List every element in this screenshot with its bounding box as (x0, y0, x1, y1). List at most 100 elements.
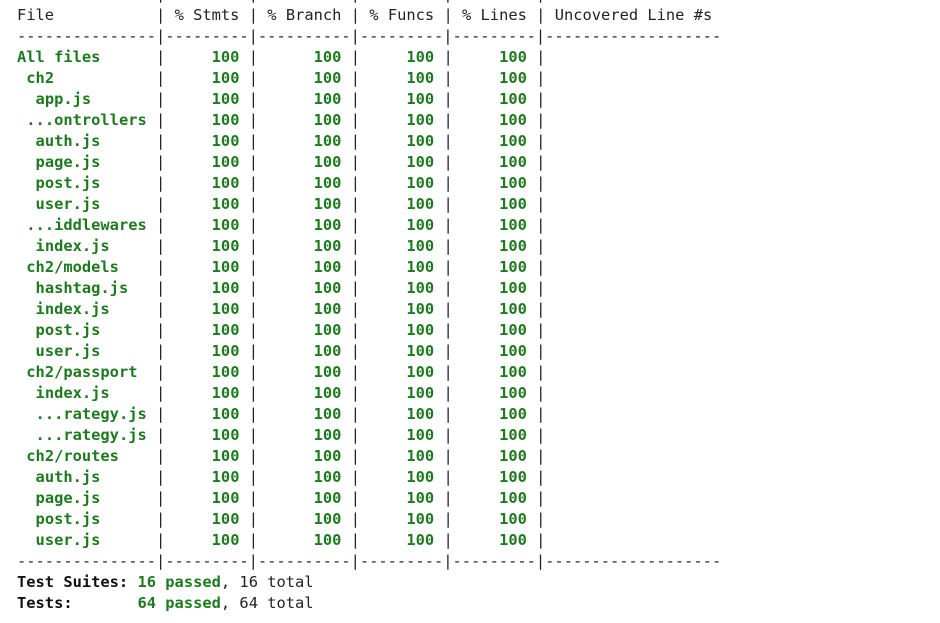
file-name-text: auth.js (35, 132, 101, 150)
cell-stmts: 100 (165, 405, 248, 423)
cell-branch-value: 100 (313, 48, 342, 66)
cell-funcs-value: 100 (406, 69, 435, 87)
cell-stmts: 100 (165, 237, 248, 255)
cell-lines-value: 100 (499, 216, 527, 234)
file-name-text: user.js (35, 342, 101, 360)
cell-stmts: 100 (165, 531, 248, 549)
cell-stmts-value: 100 (211, 258, 240, 276)
cell-lines: 100 (453, 342, 536, 360)
cell-branch: 100 (258, 237, 351, 255)
cell-funcs-value: 100 (406, 153, 435, 171)
test-suites-summary-total: , 16 total (220, 573, 314, 591)
cell-stmts-value: 100 (211, 321, 240, 339)
cell-stmts-value: 100 (211, 405, 240, 423)
cell-funcs: 100 (360, 174, 443, 192)
cell-stmts: 100 (165, 321, 248, 339)
table-row: index.js | 100 | 100 | 100 | 100 | (17, 236, 721, 257)
header-stmts: % Stmts (165, 6, 248, 24)
file-name-text: All files (17, 48, 101, 66)
file-name: ch2 (17, 69, 156, 87)
file-name: ...rategy.js (17, 426, 156, 444)
cell-funcs-value: 100 (406, 216, 435, 234)
file-name-text: index.js (35, 384, 110, 402)
cell-funcs: 100 (360, 384, 443, 402)
file-name-text: post.js (35, 321, 101, 339)
cell-lines: 100 (453, 447, 536, 465)
cell-stmts: 100 (165, 216, 248, 234)
header-stmts-label: % Stmts (174, 6, 240, 24)
cell-branch-value: 100 (313, 363, 342, 381)
cell-lines-value: 100 (499, 363, 527, 381)
terminal-output: ---------------|---------|----------|---… (17, 0, 721, 614)
table-row: post.js | 100 | 100 | 100 | 100 | (17, 509, 721, 530)
cell-funcs-value: 100 (406, 489, 435, 507)
table-row: ch2/routes | 100 | 100 | 100 | 100 | (17, 446, 721, 467)
file-name: ch2/passport (17, 363, 156, 381)
cell-lines: 100 (453, 363, 536, 381)
cell-stmts-value: 100 (211, 195, 240, 213)
cell-branch: 100 (258, 531, 351, 549)
cell-funcs-value: 100 (406, 300, 435, 318)
cell-funcs-value: 100 (406, 531, 435, 549)
cell-funcs: 100 (360, 510, 443, 528)
cell-stmts: 100 (165, 447, 248, 465)
table-separator: ---------------|---------|----------|---… (17, 26, 721, 47)
cell-lines: 100 (453, 195, 536, 213)
file-name-text: ...iddlewares (26, 216, 147, 234)
cell-lines: 100 (453, 468, 536, 486)
cell-funcs-value: 100 (406, 342, 435, 360)
file-name: All files (17, 48, 156, 66)
cell-branch: 100 (258, 405, 351, 423)
cell-lines: 100 (453, 300, 536, 318)
cell-branch-value: 100 (313, 237, 342, 255)
cell-branch-value: 100 (313, 489, 342, 507)
cell-lines-value: 100 (499, 405, 527, 423)
table-row: app.js | 100 | 100 | 100 | 100 | (17, 89, 721, 110)
cell-lines-value: 100 (499, 321, 527, 339)
header-branch-label: % Branch (267, 6, 342, 24)
file-name: ch2/models (17, 258, 156, 276)
file-name: app.js (17, 90, 156, 108)
cell-funcs: 100 (360, 48, 443, 66)
file-name: index.js (17, 237, 156, 255)
cell-funcs-value: 100 (406, 468, 435, 486)
file-name-text: page.js (35, 153, 101, 171)
cell-stmts-value: 100 (211, 174, 240, 192)
cell-branch-value: 100 (313, 90, 342, 108)
cell-funcs-value: 100 (406, 237, 435, 255)
cell-funcs-value: 100 (406, 195, 435, 213)
cell-stmts: 100 (165, 300, 248, 318)
cell-funcs: 100 (360, 153, 443, 171)
table-row: user.js | 100 | 100 | 100 | 100 | (17, 341, 721, 362)
cell-lines-value: 100 (499, 531, 527, 549)
file-name-text: ch2/passport (26, 363, 138, 381)
file-name: index.js (17, 384, 156, 402)
cell-lines: 100 (453, 111, 536, 129)
table-row: auth.js | 100 | 100 | 100 | 100 | (17, 467, 721, 488)
header-lines: % Lines (453, 6, 536, 24)
file-name-text: post.js (35, 510, 101, 528)
tests-summary-label: Tests: (17, 594, 73, 612)
cell-stmts-value: 100 (211, 132, 240, 150)
cell-branch: 100 (258, 321, 351, 339)
cell-branch-value: 100 (313, 426, 342, 444)
cell-branch-value: 100 (313, 531, 342, 549)
header-funcs-label: % Funcs (369, 6, 435, 24)
file-name: user.js (17, 195, 156, 213)
cell-funcs: 100 (360, 363, 443, 381)
cell-stmts: 100 (165, 48, 248, 66)
cell-stmts: 100 (165, 279, 248, 297)
table-row: post.js | 100 | 100 | 100 | 100 | (17, 320, 721, 341)
cell-branch: 100 (258, 300, 351, 318)
cell-lines: 100 (453, 321, 536, 339)
cell-lines-value: 100 (499, 111, 527, 129)
cell-branch: 100 (258, 510, 351, 528)
cell-funcs-value: 100 (406, 174, 435, 192)
separator-text: ---------------|---------|----------|---… (17, 552, 722, 570)
cell-lines-value: 100 (499, 468, 527, 486)
cell-funcs: 100 (360, 321, 443, 339)
file-name-text: page.js (35, 489, 101, 507)
cell-branch: 100 (258, 69, 351, 87)
cell-branch-value: 100 (313, 216, 342, 234)
table-row: page.js | 100 | 100 | 100 | 100 | (17, 152, 721, 173)
